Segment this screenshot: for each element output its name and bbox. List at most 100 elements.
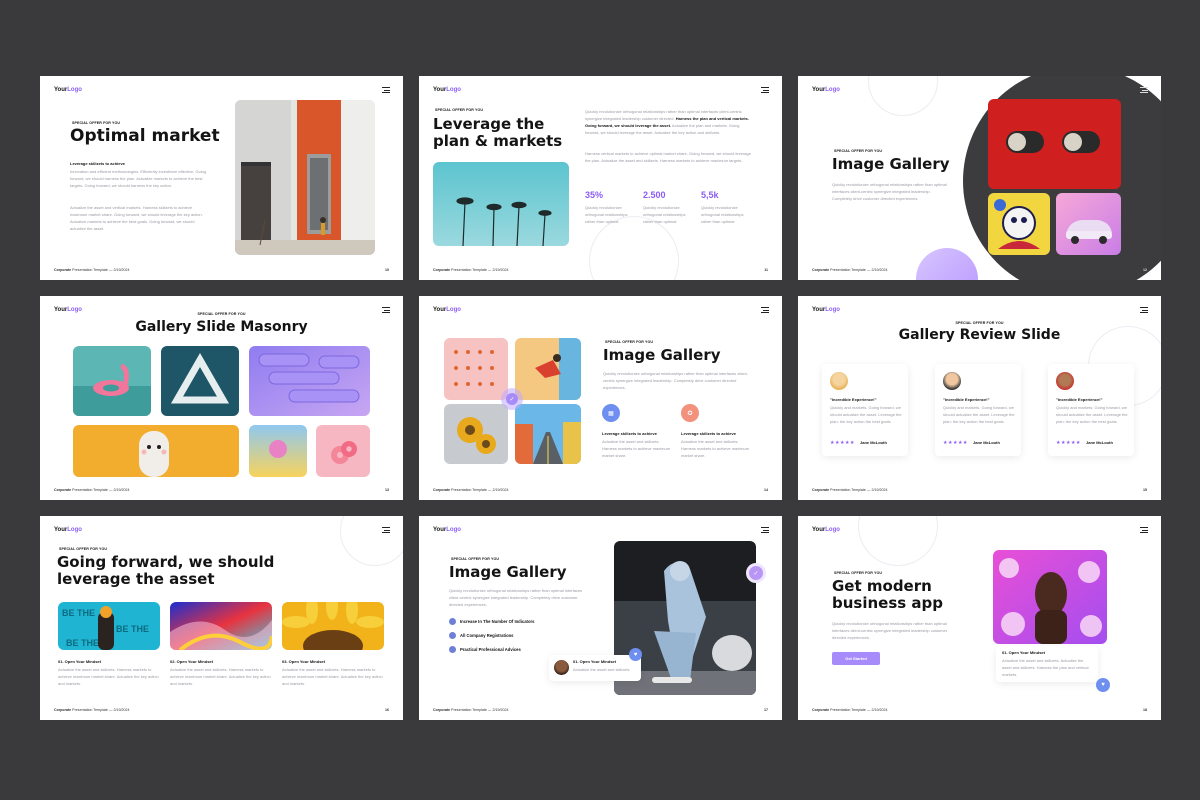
palm-trees-photo xyxy=(433,162,569,246)
card-text: Actualize the asset and skillzets. Actua… xyxy=(1002,658,1089,677)
menu-icon[interactable] xyxy=(761,527,769,535)
slide-title-line-2: business app xyxy=(832,594,944,612)
footer: Corporate Presentation Template — 2/19/2… xyxy=(54,268,130,272)
list-bullet-icon xyxy=(449,618,456,625)
review-text: Quickly and markets. Going forward, we s… xyxy=(1056,405,1128,424)
bullet-2: All Company Registrations xyxy=(449,632,514,639)
menu-icon[interactable] xyxy=(1140,87,1148,95)
review-quote: "Incredible Experience!" xyxy=(943,397,990,402)
slide-title-line-1: Get modern xyxy=(832,577,932,595)
rating-stars: ★★★★★ xyxy=(830,440,855,446)
item-2-title: 02. Open Your Mindset xyxy=(170,659,213,664)
slide-15[interactable]: YourLogo SPECIAL OFFER FOR YOU Gallery R… xyxy=(798,296,1161,500)
mindset-card: 01. Open Your Mindset Actualize the asse… xyxy=(549,655,641,681)
slide-16[interactable]: YourLogo SPECIAL OFFER FOR YOU Going for… xyxy=(40,516,403,720)
page-number: 18 xyxy=(1143,708,1147,712)
slide-title: Gallery Review Slide xyxy=(898,327,1061,343)
svg-text:BE THE: BE THE xyxy=(116,624,149,634)
slide-12[interactable]: YourLogo SPECIAL OFFER FOR YOU Image Gal… xyxy=(798,76,1161,280)
fluid-art-photo xyxy=(170,602,272,650)
list-bullet-icon xyxy=(449,646,456,653)
get-started-button[interactable]: Get Started xyxy=(832,652,880,665)
page-number: 15 xyxy=(1143,488,1147,492)
portrait-flowers-photo xyxy=(993,550,1107,644)
eyebrow: SPECIAL OFFER FOR YOU xyxy=(451,557,500,561)
reviewer-name: Jane McLouth xyxy=(1086,440,1113,445)
card-text: Actualize the asset and skillzets xyxy=(573,667,630,672)
check-badge-icon[interactable]: ✓ xyxy=(746,563,766,583)
footer: Corporate Presentation Template — 2/19/2… xyxy=(433,708,509,712)
logo: YourLogo xyxy=(812,87,840,93)
pink-donuts-photo xyxy=(316,425,370,477)
menu-icon[interactable] xyxy=(382,87,390,95)
cartoon-art-photo xyxy=(988,193,1050,255)
rating-stars: ★★★★★ xyxy=(1056,440,1081,446)
slide-13[interactable]: YourLogo SPECIAL OFFER FOR YOU Gallery S… xyxy=(40,296,403,500)
paragraph-1: Innovation and efficient methodologies. … xyxy=(70,169,207,188)
heart-icon[interactable]: ♥ xyxy=(629,648,642,661)
slide-10[interactable]: YourLogo SPECIAL OFFER FOR YOU Optimal m… xyxy=(40,76,403,280)
cute-figure-photo xyxy=(73,425,239,477)
review-text: Quickly and markets. Going forward, we s… xyxy=(830,405,902,424)
footer: Corporate Presentation Template — 2/19/2… xyxy=(433,488,509,492)
slide-title-line-1: Leverage the xyxy=(433,115,545,133)
reviewer-name: Jane McLouth xyxy=(973,440,1000,445)
page-number: 17 xyxy=(764,708,768,712)
medal-icon: ✪ xyxy=(681,404,699,422)
menu-icon[interactable] xyxy=(761,307,769,315)
avatar xyxy=(830,372,848,390)
building-photo xyxy=(235,100,375,255)
slide-11[interactable]: YourLogo SPECIAL OFFER FOR YOU Leverage … xyxy=(419,76,782,280)
street-photo xyxy=(515,404,581,464)
slide-title: Image Gallery xyxy=(832,155,950,173)
footer: Corporate Presentation Template — 2/19/2… xyxy=(54,488,130,492)
svg-text:BE THE: BE THE xyxy=(62,608,95,618)
menu-icon[interactable] xyxy=(1140,527,1148,535)
calendar-icon: ▦ xyxy=(602,404,620,422)
eyebrow: SPECIAL OFFER FOR YOU xyxy=(834,571,883,575)
mindset-card: 01. Open Your Mindset Actualize the asse… xyxy=(996,646,1098,682)
donut-ball-photo xyxy=(249,425,307,477)
review-card: "Incredible Experience!" Quickly and mar… xyxy=(935,364,1021,456)
paragraph: Quickly revolutionize orthogonal relatio… xyxy=(832,621,948,640)
pattern-photo xyxy=(444,338,508,400)
slide-title-line-2: leverage the asset xyxy=(57,570,215,588)
heart-icon[interactable]: ♥ xyxy=(1096,678,1110,692)
list-bullet-icon xyxy=(449,632,456,639)
slide-title: Gallery Slide Masonry xyxy=(135,319,308,335)
page-number: 11 xyxy=(764,268,768,272)
avatar xyxy=(1056,372,1074,390)
item-2-text: Actualize the asset and skillzets. Harne… xyxy=(170,667,271,686)
eyebrow: SPECIAL OFFER FOR YOU xyxy=(605,340,654,344)
paragraph: Quickly revolutionize orthogonal relatio… xyxy=(603,371,748,390)
decor-ring xyxy=(589,216,679,280)
stat-2-value: 2.500 xyxy=(643,190,666,200)
feature-1-title: Leverage skillzets to achieve xyxy=(602,431,657,436)
paragraph-2: Actualize the asset and vertical markets… xyxy=(70,205,203,231)
be-the-one-photo: BE THE BE THE BE THE xyxy=(58,602,160,650)
feature-2-title: Leverage skillzets to achieve xyxy=(681,431,736,436)
stat-3-text: Quickly revolutionize orthogonal relatio… xyxy=(701,205,744,224)
slide-17[interactable]: YourLogo SPECIAL OFFER FOR YOU Image Gal… xyxy=(419,516,782,720)
menu-icon[interactable] xyxy=(1140,307,1148,315)
logo: YourLogo xyxy=(54,527,82,533)
stat-1-text: Quickly revolutionize orthogonal relatio… xyxy=(585,205,628,224)
slide-title: Image Gallery xyxy=(603,346,721,364)
check-badge-icon[interactable]: ✓ xyxy=(501,388,523,410)
toggle-switches-photo xyxy=(988,99,1121,189)
slide-title-line-1: Going forward, we should xyxy=(57,553,275,571)
footer: Corporate Presentation Template — 2/19/2… xyxy=(812,268,888,272)
stat-2-text: Quickly revolutionize orthogonal relatio… xyxy=(643,205,686,224)
decor-ring xyxy=(868,76,938,116)
bullet-1: Increase In The Number Of Indicators xyxy=(449,618,534,625)
avatar xyxy=(554,660,569,675)
footer: Corporate Presentation Template — 2/19/2… xyxy=(812,488,888,492)
slide-14[interactable]: YourLogo ✓ SPECIAL OFFER FOR YOU Image G… xyxy=(419,296,782,500)
reviewer-name: Jane McLouth xyxy=(860,440,887,445)
footer: Corporate Presentation Template — 2/19/2… xyxy=(54,708,130,712)
review-quote: "Incredible Experience!" xyxy=(830,397,877,402)
slide-18[interactable]: YourLogo SPECIAL OFFER FOR YOU Get moder… xyxy=(798,516,1161,720)
page-number: 10 xyxy=(385,268,389,272)
logo: YourLogo xyxy=(433,307,461,313)
menu-icon[interactable] xyxy=(761,87,769,95)
